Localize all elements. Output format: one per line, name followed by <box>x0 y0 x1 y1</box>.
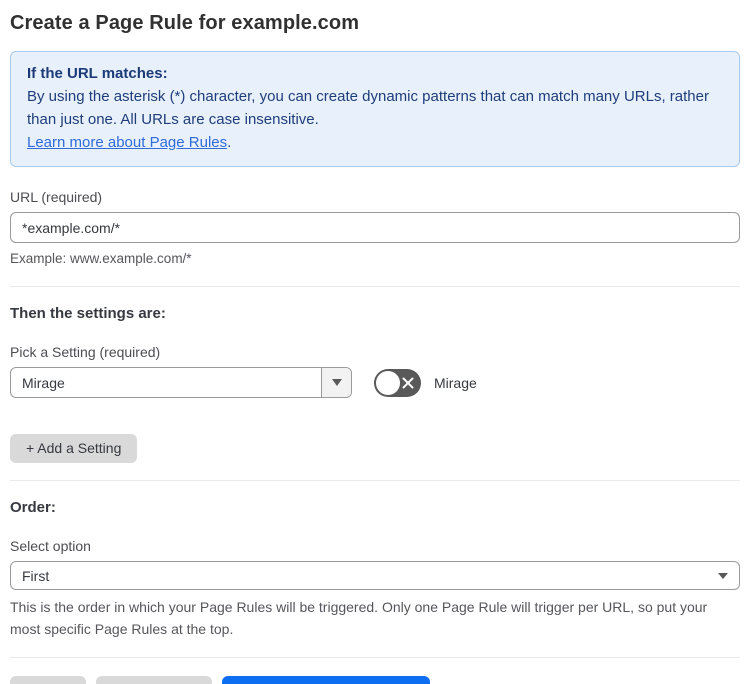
settings-section-heading: Then the settings are: <box>10 305 166 322</box>
divider <box>10 480 740 481</box>
order-select[interactable]: First <box>10 561 740 590</box>
chevron-down-icon <box>718 572 728 579</box>
add-setting-button[interactable]: + Add a Setting <box>10 434 138 463</box>
divider <box>10 657 740 658</box>
order-section-heading: Order: <box>10 499 56 516</box>
link-period: . <box>227 134 232 151</box>
save-and-deploy-button[interactable]: Save and Deploy Page Rule <box>222 676 431 684</box>
save-as-draft-button[interactable]: Save as Draft <box>95 676 213 684</box>
info-box-heading: If the URL matches: <box>27 65 168 82</box>
cancel-button[interactable]: Cancel <box>10 676 86 684</box>
setting-select-value: Mirage <box>22 374 65 391</box>
x-icon <box>402 377 414 388</box>
mirage-toggle-group: Mirage <box>374 368 477 397</box>
info-box-link-line: Learn more about Page Rules. <box>27 131 723 154</box>
select-option-label: Select option <box>10 538 91 554</box>
order-helper-text: This is the order in which your Page Rul… <box>10 599 708 637</box>
setting-select-arrow-button[interactable] <box>321 368 351 397</box>
url-match-info-box: If the URL matches: By using the asteris… <box>10 51 740 167</box>
info-box-body: By using the asterisk (*) character, you… <box>27 88 709 128</box>
url-input[interactable] <box>10 212 740 243</box>
toggle-label: Mirage <box>434 374 477 391</box>
divider <box>10 286 740 287</box>
order-select-value: First <box>22 567 50 584</box>
chevron-down-icon <box>331 379 342 386</box>
learn-more-link[interactable]: Learn more about Page Rules <box>27 134 227 151</box>
mirage-toggle[interactable] <box>374 368 421 397</box>
setting-row: Mirage Mirage <box>10 367 740 398</box>
setting-select[interactable]: Mirage <box>10 367 352 398</box>
page-title: Create a Page Rule for example.com <box>10 12 360 34</box>
toggle-knob <box>376 370 400 395</box>
pick-setting-label: Pick a Setting (required) <box>10 344 161 360</box>
footer-actions: Cancel Save as Draft Save and Deploy Pag… <box>10 676 740 684</box>
url-field-label: URL (required) <box>10 189 103 205</box>
url-helper-text: Example: www.example.com/* <box>10 251 192 266</box>
